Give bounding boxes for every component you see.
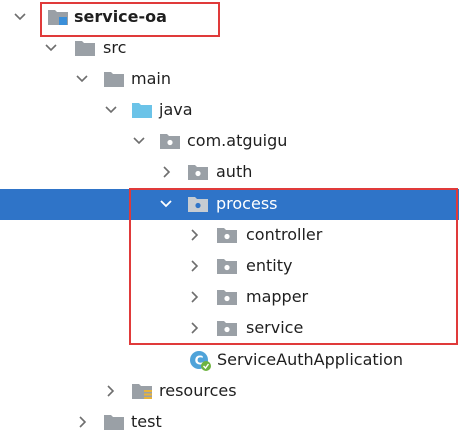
chevron-right-icon[interactable] [75, 415, 89, 429]
tree-row-auth[interactable]: auth [0, 157, 459, 188]
chevron-down-icon[interactable] [104, 103, 118, 117]
tree-row-main[interactable]: main [0, 64, 459, 95]
highlight-box-process [129, 188, 458, 345]
folder-icon [104, 415, 124, 430]
highlight-box-module [40, 2, 220, 37]
chevron-right-icon[interactable] [103, 384, 117, 398]
tree-label-test: test [131, 412, 162, 431]
tree-label-main: main [131, 69, 171, 88]
chevron-down-icon[interactable] [13, 10, 27, 24]
folder-icon [104, 72, 124, 87]
tree-row-java[interactable]: java [0, 95, 459, 126]
chevron-right-icon[interactable] [159, 165, 173, 179]
tree-label-src: src [103, 38, 127, 57]
tree-row-service-auth-application[interactable]: C ServiceAuthApplication [0, 345, 459, 376]
package-folder-icon [188, 165, 208, 180]
chevron-down-icon[interactable] [132, 134, 146, 148]
resources-folder-icon [132, 384, 152, 399]
folder-icon [75, 41, 95, 56]
tree-label-auth: auth [216, 162, 253, 181]
package-folder-icon [160, 134, 180, 149]
source-root-folder-icon [132, 103, 152, 118]
tree-row-resources[interactable]: resources [0, 376, 459, 407]
tree-label-service-auth-application: ServiceAuthApplication [217, 350, 404, 369]
tree-row-src[interactable]: src [0, 33, 459, 64]
tree-label-com-atguigu: com.atguigu [187, 131, 288, 150]
tree-row-test[interactable]: test [0, 407, 459, 438]
tree-label-java: java [159, 100, 193, 119]
tree-row-com-atguigu[interactable]: com.atguigu [0, 126, 459, 157]
tree-label-resources: resources [159, 381, 237, 400]
spring-boot-class-icon: C [190, 351, 211, 371]
chevron-down-icon[interactable] [44, 41, 58, 55]
chevron-down-icon[interactable] [75, 72, 89, 86]
